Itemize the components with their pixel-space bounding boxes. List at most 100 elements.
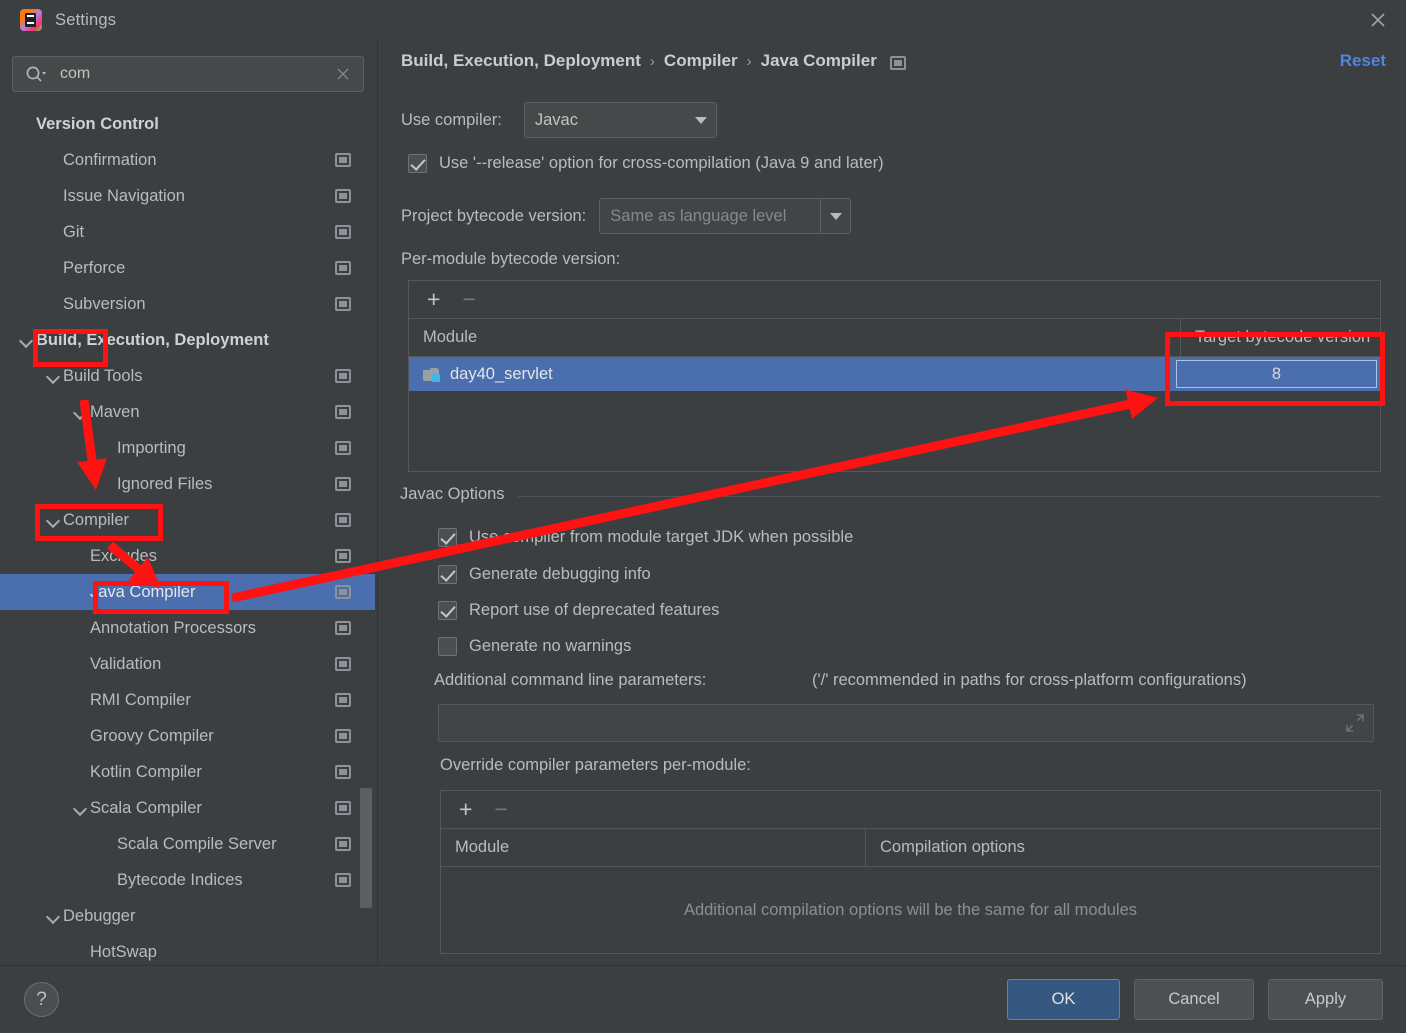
sidebar-item-label: Compiler [63,510,130,529]
sidebar-item-groovy-compiler[interactable]: Groovy Compiler [0,718,375,754]
sidebar-item-compiler[interactable]: Compiler [0,502,375,538]
sidebar-item-validation[interactable]: Validation [0,646,375,682]
sidebar-item-importing[interactable]: Importing [0,430,375,466]
remove-module-button[interactable]: − [462,288,475,311]
remove-override-button[interactable]: − [494,798,507,821]
settings-sync-icon [335,621,351,635]
module-folder-icon [423,366,441,382]
clear-icon[interactable] [335,66,351,82]
sidebar-scrollbar-thumb[interactable] [360,788,372,908]
sidebar-item-rmi-compiler[interactable]: RMI Compiler [0,682,375,718]
module-table-toolbar: + − [409,281,1380,319]
sidebar-item-java-compiler[interactable]: Java Compiler [0,574,375,610]
settings-sync-icon [335,405,351,419]
sidebar-item-kotlin-compiler[interactable]: Kotlin Compiler [0,754,375,790]
release-option-checkbox[interactable] [408,154,427,173]
apply-button[interactable]: Apply [1268,979,1383,1020]
chevron-down-icon[interactable] [18,331,36,349]
sidebar-item-excludes[interactable]: Excludes [0,538,375,574]
project-bytecode-row: Project bytecode version: Same as langua… [401,198,852,234]
breadcrumb-item-2[interactable]: Java Compiler [761,51,877,71]
sidebar-item-hotswap[interactable]: HotSwap [0,934,375,965]
sidebar-item-perforce[interactable]: Perforce [0,250,375,286]
table-row[interactable]: day40_servlet 8 [409,357,1380,391]
chevron-down-icon[interactable] [45,367,63,385]
sidebar-item-debugger[interactable]: Debugger [0,898,375,934]
javac-option-label-0: Use compiler from module target JDK when… [469,528,854,546]
cancel-button[interactable]: Cancel [1134,979,1254,1020]
settings-sync-icon [335,837,351,851]
javac-option-label-1: Generate debugging info [469,565,651,583]
help-button[interactable]: ? [24,982,59,1017]
override-table-header: Module Compilation options [441,829,1380,867]
column-header-compilation-options[interactable]: Compilation options [865,829,1380,866]
settings-tree: Version Control Confirmation Issue Navigat… [0,106,375,965]
search-box[interactable]: com [12,56,364,92]
sidebar-item-label: Confirmation [63,150,157,169]
javac-option-checkbox-0[interactable] [438,528,457,547]
sidebar-item-subversion[interactable]: Subversion [0,286,375,322]
javac-option-checkbox-3[interactable] [438,637,457,656]
sidebar-item-scala-compile-server[interactable]: Scala Compile Server [0,826,375,862]
javac-option-checkbox-2[interactable] [438,601,457,620]
sidebar-item-confirmation[interactable]: Confirmation [0,142,375,178]
add-override-button[interactable]: + [459,798,472,821]
sidebar-item-annotation-processors[interactable]: Annotation Processors [0,610,375,646]
intellij-idea-logo-icon [20,9,42,31]
sidebar-item-label: Build Tools [63,366,143,385]
javac-option-row-3[interactable]: Generate no warnings [438,637,631,656]
ok-button[interactable]: OK [1007,979,1120,1020]
javac-option-row-1[interactable]: Generate debugging info [438,565,651,584]
javac-option-row-0[interactable]: Use compiler from module target JDK when… [438,528,853,547]
breadcrumb-item-1[interactable]: Compiler [664,51,738,71]
chevron-down-icon [820,199,850,233]
per-module-label-row: Per-module bytecode version: [401,250,620,269]
column-header-module[interactable]: Module [409,328,1180,347]
chevron-down-icon[interactable] [45,907,63,925]
additional-params-input[interactable] [438,704,1374,742]
sidebar-item-label: Perforce [63,258,126,277]
sidebar-item-issue-navigation[interactable]: Issue Navigation [0,178,375,214]
per-module-bytecode-table: + − Module Target bytecode version day40… [408,280,1381,472]
dialog-footer: ? OK Cancel Apply [0,965,1406,1033]
close-icon[interactable] [1350,0,1406,40]
project-bytecode-select[interactable]: Same as language level [599,198,852,234]
target-bytecode-cell[interactable]: 8 [1176,360,1377,388]
column-header-override-module[interactable]: Module [441,838,865,857]
sidebar-item-scala-compiler[interactable]: Scala Compiler [0,790,375,826]
project-bytecode-value: Same as language level [610,206,787,225]
sidebar-item-ignored-files[interactable]: Ignored Files [0,466,375,502]
release-option-row[interactable]: Use '--release' option for cross-compila… [408,154,884,173]
settings-sync-icon [335,153,351,167]
chevron-down-icon[interactable] [45,511,63,529]
sidebar-item-label: RMI Compiler [90,690,191,709]
add-module-button[interactable]: + [427,288,440,311]
chevron-down-icon [686,117,716,124]
sidebar-item-git[interactable]: Git [0,214,375,250]
override-label-row: Override compiler parameters per-module: [440,756,751,775]
javac-option-row-2[interactable]: Report use of deprecated features [438,601,719,620]
chevron-down-icon[interactable] [72,799,90,817]
sidebar-item-maven[interactable]: Maven [0,394,375,430]
javac-option-checkbox-1[interactable] [438,565,457,584]
sidebar-item-version-control[interactable]: Version Control [0,106,375,142]
chevron-down-icon[interactable] [72,403,90,421]
reset-button[interactable]: Reset [1340,51,1386,71]
window-title: Settings [55,10,117,29]
settings-sync-icon [335,441,351,455]
sidebar-item-build-execution-deployment[interactable]: Build, Execution, Deployment [0,322,375,358]
use-compiler-select[interactable]: Javac [523,102,717,138]
breadcrumb-item-0[interactable]: Build, Execution, Deployment [401,51,641,71]
sidebar-item-build-tools[interactable]: Build Tools [0,358,375,394]
search-input[interactable]: com [60,65,335,83]
sidebar-item-bytecode-indices[interactable]: Bytecode Indices [0,862,375,898]
expand-icon[interactable] [1346,714,1364,732]
column-header-target-bytecode[interactable]: Target bytecode version [1180,319,1380,356]
